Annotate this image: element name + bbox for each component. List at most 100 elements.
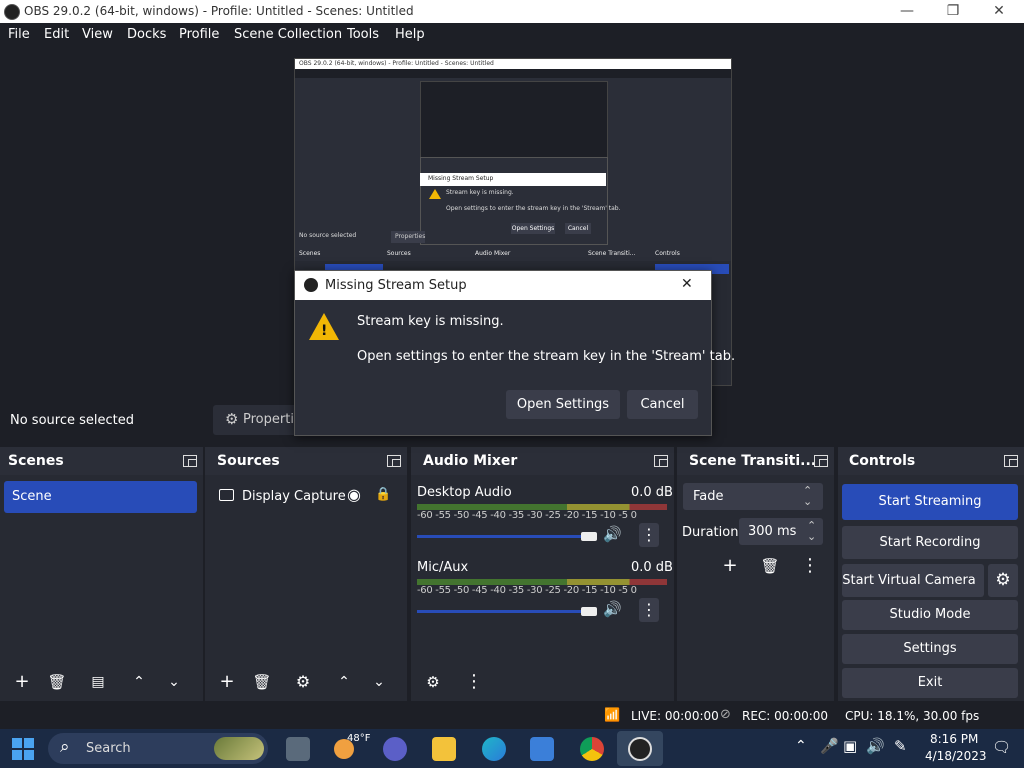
studio-mode-button[interactable]: Studio Mode (842, 600, 1018, 630)
dialog-message: Stream key is missing. (357, 314, 504, 329)
channel-menu-button[interactable]: ⋮ (639, 598, 659, 622)
volume-icon[interactable]: 🔊 (866, 737, 885, 755)
scene-filters-button[interactable]: ▤ (84, 669, 112, 695)
maximize-button[interactable]: ❐ (930, 0, 976, 23)
audio-mixer-dock: Audio Mixer Desktop Audio 0.0 dB -60 -55… (411, 447, 674, 701)
duration-spinbox[interactable]: 300 ms ⌃ ⌄ (739, 518, 823, 545)
menu-help[interactable]: Help (395, 27, 425, 42)
nested-dock-controls: Controls (655, 250, 680, 257)
taskbar-search[interactable]: ⌕ Search (48, 733, 268, 764)
menu-view[interactable]: View (82, 27, 113, 42)
popout-icon[interactable] (1004, 455, 1018, 467)
open-settings-button[interactable]: Open Settings (506, 390, 620, 419)
chevron-up-icon[interactable]: ⌃ (795, 738, 807, 754)
source-list-item[interactable]: Display Capture ◉ 🔒 (205, 483, 407, 509)
move-source-down-button[interactable]: ⌄ (365, 669, 393, 695)
file-explorer-icon[interactable] (432, 737, 456, 761)
start-recording-button[interactable]: Start Recording (842, 526, 1018, 559)
nested-dock-audio: Audio Mixer (475, 250, 511, 257)
remove-source-button[interactable]: 🗑 (248, 669, 276, 695)
speaker-icon[interactable]: 🔊 (603, 525, 622, 543)
pen-icon[interactable]: ✎ (894, 737, 907, 755)
task-view-icon[interactable] (286, 737, 310, 761)
obs-logo-icon (304, 278, 318, 292)
move-scene-down-button[interactable]: ⌄ (160, 669, 188, 695)
menu-docks[interactable]: Docks (127, 27, 166, 42)
lock-icon[interactable]: 🔒 (375, 487, 391, 502)
nested-dock-scenes: Scenes (299, 250, 321, 257)
channel-menu-button[interactable]: ⋮ (639, 523, 659, 547)
popout-icon[interactable] (814, 455, 828, 467)
windows-start-icon[interactable] (12, 738, 34, 760)
transition-properties-button[interactable]: ⋮ (796, 553, 824, 579)
menu-edit[interactable]: Edit (44, 27, 69, 42)
move-scene-up-button[interactable]: ⌃ (125, 669, 153, 695)
move-source-up-button[interactable]: ⌃ (330, 669, 358, 695)
edge-icon[interactable] (482, 737, 506, 761)
store-icon[interactable] (530, 737, 554, 761)
record-icon: ⊘ (720, 707, 731, 722)
notification-icon[interactable]: 🗨 (992, 738, 1011, 756)
scenes-dock: Scenes Scene + 🗑 ▤ ⌃ ⌄ (0, 447, 203, 701)
settings-button[interactable]: Settings (842, 634, 1018, 664)
start-streaming-button[interactable]: Start Streaming (842, 484, 1018, 520)
remove-transition-button[interactable]: 🗑 (756, 553, 784, 579)
popout-icon[interactable] (387, 455, 401, 467)
dialog-close-button[interactable]: ✕ (681, 276, 693, 292)
scene-transitions-title: Scene Transiti... (689, 453, 817, 469)
add-source-button[interactable]: + (213, 669, 241, 695)
scene-label: Scene (12, 489, 52, 504)
nested-properties: Properties (391, 231, 425, 243)
popout-icon[interactable] (183, 455, 197, 467)
menu-tools[interactable]: Tools (347, 27, 379, 42)
teams-icon[interactable] (383, 737, 407, 761)
volume-slider[interactable] (417, 535, 593, 538)
remove-scene-button[interactable]: 🗑 (43, 669, 71, 695)
chrome-icon[interactable] (580, 737, 604, 761)
menu-profile[interactable]: Profile (179, 27, 219, 42)
scene-list-item[interactable]: Scene (4, 481, 197, 513)
virtual-camera-label: Start Virtual Camera (842, 573, 976, 588)
transition-selected: Fade (693, 489, 724, 504)
clock-date[interactable]: 4/18/2023 (925, 749, 987, 763)
display-icon[interactable]: ▣ (843, 737, 857, 755)
missing-stream-setup-dialog: Missing Stream Setup ✕ ! Stream key is m… (294, 270, 735, 436)
microphone-icon[interactable]: 🎤 (820, 737, 839, 755)
close-window-button[interactable]: ✕ (976, 0, 1022, 23)
window-title-bar: OBS 29.0.2 (64-bit, windows) - Profile: … (0, 0, 1024, 23)
search-icon: ⌕ (60, 737, 70, 757)
nested-dialog-title: Missing Stream Setup (428, 175, 494, 182)
cancel-button[interactable]: Cancel (627, 390, 698, 419)
scenes-title: Scenes (8, 453, 64, 469)
popout-icon[interactable] (654, 455, 668, 467)
controls-title: Controls (849, 453, 916, 469)
menu-file[interactable]: File (8, 27, 30, 42)
volume-slider[interactable] (417, 610, 593, 613)
menu-scene-collection[interactable]: Scene Collection (234, 27, 342, 42)
channel-name: Mic/Aux (417, 560, 469, 575)
transition-select[interactable]: Fade ⌃ ⌄ (683, 483, 823, 510)
audio-mixer-menu-button[interactable]: ⋮ (460, 669, 488, 695)
source-properties-button[interactable]: ⚙ (289, 669, 317, 695)
clock-time[interactable]: 8:16 PM (930, 732, 978, 746)
sources-dock: Sources Display Capture ◉ 🔒 + 🗑 ⚙ ⌃ ⌄ (205, 447, 407, 701)
virtual-camera-settings-button[interactable]: ⚙ (988, 564, 1018, 597)
nested-dock-transitions: Scene Transiti... (588, 250, 636, 257)
network-icon: 📶 (604, 708, 621, 723)
eye-icon[interactable]: ◉ (347, 485, 361, 504)
add-transition-button[interactable]: + (716, 553, 744, 579)
advanced-audio-settings-button[interactable]: ⚙ (419, 669, 447, 695)
minimize-button[interactable]: — (884, 0, 930, 23)
speaker-icon[interactable]: 🔊 (603, 600, 622, 618)
window-title: OBS 29.0.2 (64-bit, windows) - Profile: … (24, 4, 414, 18)
start-virtual-camera-button[interactable]: Start Virtual Camera (842, 564, 984, 597)
dialog-detail: Open settings to enter the stream key in… (357, 349, 736, 364)
add-scene-button[interactable]: + (8, 669, 36, 695)
gear-icon: ⚙ (225, 410, 239, 428)
exit-button[interactable]: Exit (842, 668, 1018, 698)
channel-name: Desktop Audio (417, 485, 512, 500)
volume-slider-knob[interactable] (581, 532, 597, 541)
volume-slider-knob[interactable] (581, 607, 597, 616)
windows-taskbar: ⌕ Search 48°F ⌃ 🎤 ▣ 🔊 ✎ 8:16 PM 4/18/202… (0, 729, 1024, 768)
scene-transitions-dock: Scene Transiti... Fade ⌃ ⌄ Duration 300 m… (677, 447, 834, 701)
